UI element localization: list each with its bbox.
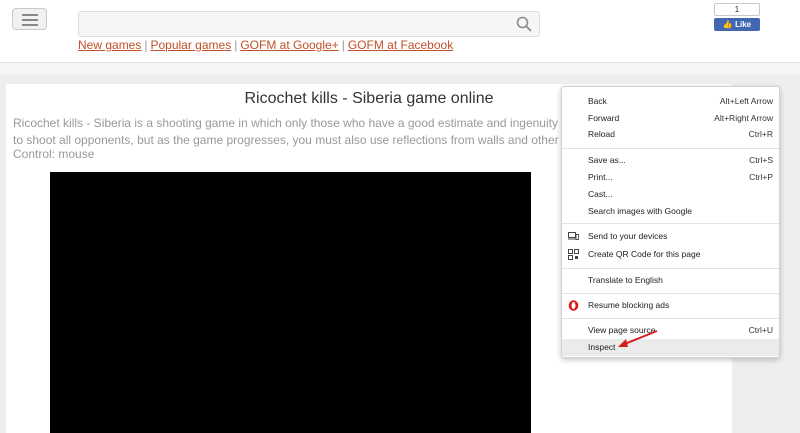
menu-item-save-as[interactable]: Save as... Ctrl+S (562, 152, 779, 169)
link-separator: | (234, 38, 238, 52)
menu-shortcut: Ctrl+R (748, 129, 773, 139)
nav-links: New games | Popular games | GOFM at Google+ |… (78, 38, 453, 52)
menu-item-print[interactable]: Print... Ctrl+P (562, 169, 779, 186)
search-icon[interactable] (515, 15, 533, 33)
link-gofm-facebook[interactable]: GOFM at Facebook (348, 38, 453, 52)
menu-divider (562, 293, 779, 294)
menu-divider (562, 268, 779, 269)
menu-item-back[interactable]: Back Alt+Left Arrow (562, 93, 779, 110)
menu-divider (562, 223, 779, 224)
description-line: Ricochet kills - Siberia is a shooting g… (13, 116, 573, 130)
menu-label: Translate to English (588, 275, 663, 285)
red-arrow-icon (618, 330, 658, 347)
menu-item-search-images[interactable]: Search images with Google (562, 203, 779, 220)
qr-code-icon (568, 249, 579, 260)
game-description: Ricochet kills - Siberia is a shooting g… (13, 115, 573, 149)
devices-icon (568, 232, 579, 240)
game-canvas[interactable] (50, 172, 531, 433)
link-popular-games[interactable]: Popular games (150, 38, 231, 52)
menu-label: Forward (588, 113, 620, 123)
menu-label: Search images with Google (588, 206, 692, 216)
menu-label: Back (588, 96, 607, 106)
menu-label: Save as... (588, 155, 626, 165)
menu-item-resume-blocking[interactable]: Resume blocking ads (562, 297, 779, 314)
opera-icon (568, 300, 579, 311)
control-info: Control: mouse (13, 147, 95, 161)
menu-shortcut: Alt+Right Arrow (714, 113, 773, 123)
link-separator: | (144, 38, 148, 52)
menu-label: Cast... (588, 189, 613, 199)
menu-item-forward[interactable]: Forward Alt+Right Arrow (562, 110, 779, 127)
like-button[interactable]: 👍 Like (714, 18, 760, 31)
like-count: 1 (714, 3, 760, 16)
menu-label: Print... (588, 172, 613, 182)
menu-divider (562, 318, 779, 319)
menu-label: Resume blocking ads (588, 300, 670, 310)
search-input[interactable] (78, 11, 540, 37)
top-bar: New games | Popular games | GOFM at Google+ |… (0, 0, 800, 62)
ad-strip (0, 62, 800, 74)
menu-shortcut: Ctrl+S (749, 155, 773, 165)
menu-shortcut: Ctrl+P (749, 172, 773, 182)
link-new-games[interactable]: New games (78, 38, 141, 52)
facebook-like-widget[interactable]: 1 👍 Like (714, 3, 760, 31)
menu-item-view-source[interactable]: View page source Ctrl+U (562, 322, 779, 339)
description-line: to shoot all opponents, but as the game … (13, 133, 568, 147)
link-gofm-google[interactable]: GOFM at Google+ (240, 38, 338, 52)
menu-label: Send to your devices (588, 231, 668, 241)
menu-shortcut: Ctrl+U (748, 325, 773, 335)
thumbs-up-icon: 👍 (722, 20, 733, 29)
menu-item-translate[interactable]: Translate to English (562, 272, 779, 289)
like-label: Like (735, 20, 752, 29)
menu-item-send-to-devices[interactable]: Send to your devices (562, 228, 779, 245)
menu-item-create-qr[interactable]: Create QR Code for this page (562, 246, 779, 263)
menu-shortcut: Alt+Left Arrow (719, 96, 773, 106)
menu-label: Create QR Code for this page (588, 249, 701, 259)
menu-label: Reload (588, 129, 615, 139)
context-menu: Back Alt+Left Arrow Forward Alt+Right Arro… (561, 86, 780, 358)
link-separator: | (341, 38, 345, 52)
menu-divider (562, 148, 779, 149)
menu-item-reload[interactable]: Reload Ctrl+R (562, 126, 779, 143)
menu-item-cast[interactable]: Cast... (562, 186, 779, 203)
menu-item-inspect[interactable]: Inspect (562, 339, 779, 356)
hamburger-icon[interactable] (12, 8, 47, 30)
